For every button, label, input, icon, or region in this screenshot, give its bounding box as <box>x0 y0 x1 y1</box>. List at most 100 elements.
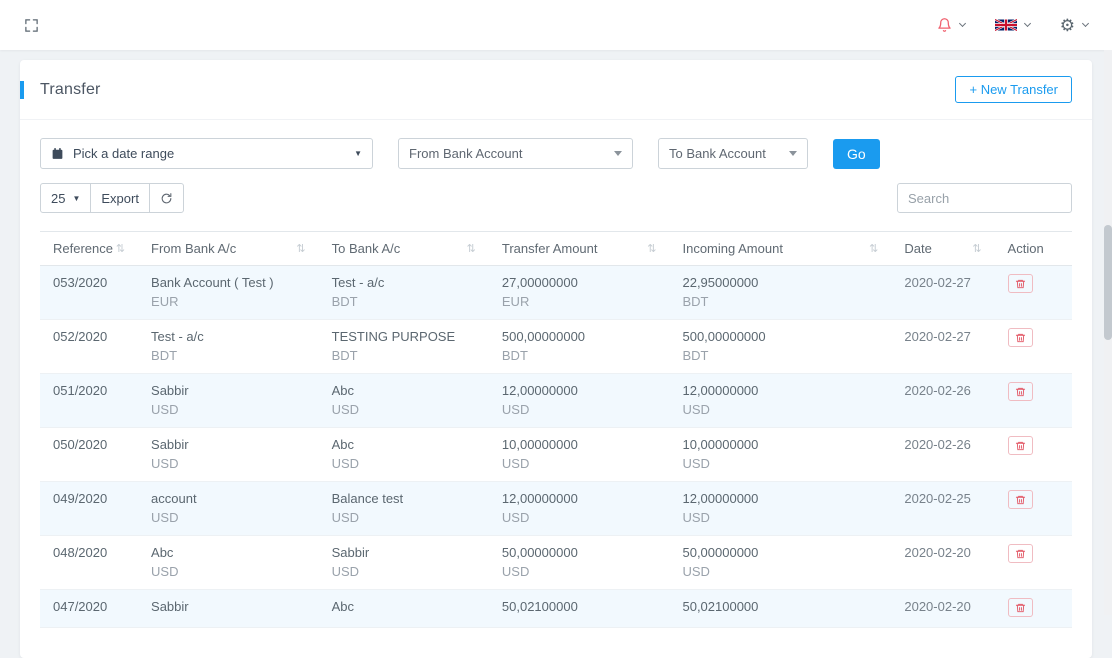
from-account-cell: Bank Account ( Test ) EUR <box>138 266 319 320</box>
from-bank-select[interactable]: From Bank Account <box>398 138 633 169</box>
to-bank-select[interactable]: To Bank Account <box>658 138 808 169</box>
to-account-currency: BDT <box>332 293 476 311</box>
delete-button[interactable] <box>1008 382 1033 401</box>
incoming-amount-currency: BDT <box>682 347 878 365</box>
column-header-transfer-amount[interactable]: Transfer Amount⇅ <box>489 232 670 266</box>
to-account-name: TESTING PURPOSE <box>332 328 460 346</box>
transfer-card: Transfer + New Transfer Pick a date rang… <box>20 60 1092 658</box>
date-value: 2020-02-27 <box>904 275 971 290</box>
to-account-cell: Test - a/c BDT <box>319 266 489 320</box>
transfer-amount-cell: 50,02100000 <box>489 590 670 628</box>
from-account-cell: Test - a/c BDT <box>138 320 319 374</box>
table-row: 052/2020 Test - a/c BDT TESTING PURPOSE … <box>40 320 1072 374</box>
date-value: 2020-02-25 <box>904 491 971 506</box>
sort-icon[interactable]: ⇅ <box>972 242 981 255</box>
notifications-menu[interactable] <box>937 17 965 33</box>
delete-button[interactable] <box>1008 598 1033 617</box>
delete-button[interactable] <box>1008 436 1033 455</box>
delete-button[interactable] <box>1008 274 1033 293</box>
trash-icon <box>1015 332 1026 344</box>
incoming-amount-currency: USD <box>682 563 878 581</box>
reference-cell: 048/2020 <box>40 536 138 590</box>
date-cell: 2020-02-26 <box>891 374 994 428</box>
language-menu[interactable] <box>995 19 1030 31</box>
table-row: 049/2020 account USD Balance test USD 12… <box>40 482 1072 536</box>
page-size-select[interactable]: 25 ▼ <box>40 183 91 213</box>
refresh-button[interactable] <box>149 183 184 213</box>
to-account-currency: BDT <box>332 347 476 365</box>
date-cell: 2020-02-27 <box>891 320 994 374</box>
transfer-amount-cell: 12,00000000 USD <box>489 482 670 536</box>
from-account-currency: USD <box>151 455 306 473</box>
to-account-name: Abc <box>332 382 460 400</box>
fullscreen-toggle[interactable] <box>24 18 39 33</box>
column-header-from-bank-a-c[interactable]: From Bank A/c ⇅ <box>138 232 319 266</box>
table-row: 051/2020 Sabbir USD Abc USD 12,00000000 … <box>40 374 1072 428</box>
to-account-cell: Abc <box>319 590 489 628</box>
sort-icon[interactable]: ⇅ <box>467 242 476 255</box>
sort-icon[interactable]: ⇅ <box>296 242 305 255</box>
from-account-currency: BDT <box>151 347 306 365</box>
incoming-amount-value: 12,00000000 <box>682 382 878 400</box>
date-value: 2020-02-27 <box>904 329 971 344</box>
from-account-currency: USD <box>151 509 306 527</box>
incoming-amount-value: 12,00000000 <box>682 490 878 508</box>
reference-value: 052/2020 <box>53 329 107 344</box>
incoming-amount-currency: BDT <box>682 293 878 311</box>
from-account-cell: account USD <box>138 482 319 536</box>
action-cell <box>995 590 1072 628</box>
trash-icon <box>1015 278 1026 290</box>
table-controls: 25 ▼ Export <box>40 183 1072 213</box>
from-account-name: Sabbir <box>151 598 279 616</box>
action-cell <box>995 374 1072 428</box>
to-account-cell: Abc USD <box>319 374 489 428</box>
date-range-picker[interactable]: Pick a date range ▼ <box>40 138 373 169</box>
search-input[interactable] <box>897 183 1072 213</box>
column-header-to-bank-a-c[interactable]: To Bank A/c⇅ <box>319 232 489 266</box>
from-account-name: Sabbir <box>151 436 279 454</box>
export-button[interactable]: Export <box>90 183 150 213</box>
delete-button[interactable] <box>1008 490 1033 509</box>
caret-down-icon: ▼ <box>354 149 362 158</box>
incoming-amount-cell: 12,00000000 USD <box>669 482 891 536</box>
to-account-name: Abc <box>332 598 460 616</box>
chevron-down-icon <box>1082 19 1089 26</box>
date-value: 2020-02-26 <box>904 383 971 398</box>
trash-icon <box>1015 440 1026 452</box>
column-header-incoming-amount[interactable]: Incoming Amount ⇅ <box>669 232 891 266</box>
action-cell <box>995 482 1072 536</box>
scrollbar-track[interactable] <box>1104 50 1112 615</box>
reference-value: 047/2020 <box>53 599 107 614</box>
column-label: From Bank A/c <box>151 241 236 256</box>
new-transfer-button[interactable]: + New Transfer <box>955 76 1072 103</box>
transfer-amount-value: 10,00000000 <box>502 436 657 454</box>
delete-button[interactable] <box>1008 544 1033 563</box>
settings-menu[interactable]: ⚙ <box>1060 17 1088 34</box>
refresh-icon <box>160 192 173 205</box>
from-account-name: Sabbir <box>151 382 279 400</box>
page-title: Transfer <box>40 81 101 99</box>
fullscreen-icon <box>24 18 39 33</box>
column-header-reference[interactable]: Reference⇅ <box>40 232 138 266</box>
column-label: Incoming Amount <box>682 241 782 256</box>
incoming-amount-currency: USD <box>682 455 878 473</box>
caret-down-icon: ▼ <box>72 194 80 203</box>
sort-icon[interactable]: ⇅ <box>647 242 656 255</box>
incoming-amount-value: 50,02100000 <box>682 598 878 616</box>
reference-value: 050/2020 <box>53 437 107 452</box>
sort-icon[interactable]: ⇅ <box>869 242 878 255</box>
scrollbar-thumb[interactable] <box>1104 225 1112 340</box>
to-account-currency: USD <box>332 455 476 473</box>
gear-icon: ⚙ <box>1060 17 1075 34</box>
go-button[interactable]: Go <box>833 139 880 169</box>
transfer-amount-cell: 12,00000000 USD <box>489 374 670 428</box>
reference-cell: 052/2020 <box>40 320 138 374</box>
sort-icon[interactable]: ⇅ <box>116 242 125 255</box>
from-account-currency: USD <box>151 563 306 581</box>
delete-button[interactable] <box>1008 328 1033 347</box>
transfer-amount-value: 50,00000000 <box>502 544 657 562</box>
chevron-down-icon <box>1024 19 1031 26</box>
column-header-date[interactable]: Date⇅ <box>891 232 994 266</box>
title-accent-bar <box>20 81 24 99</box>
transfer-amount-value: 500,00000000 <box>502 328 657 346</box>
